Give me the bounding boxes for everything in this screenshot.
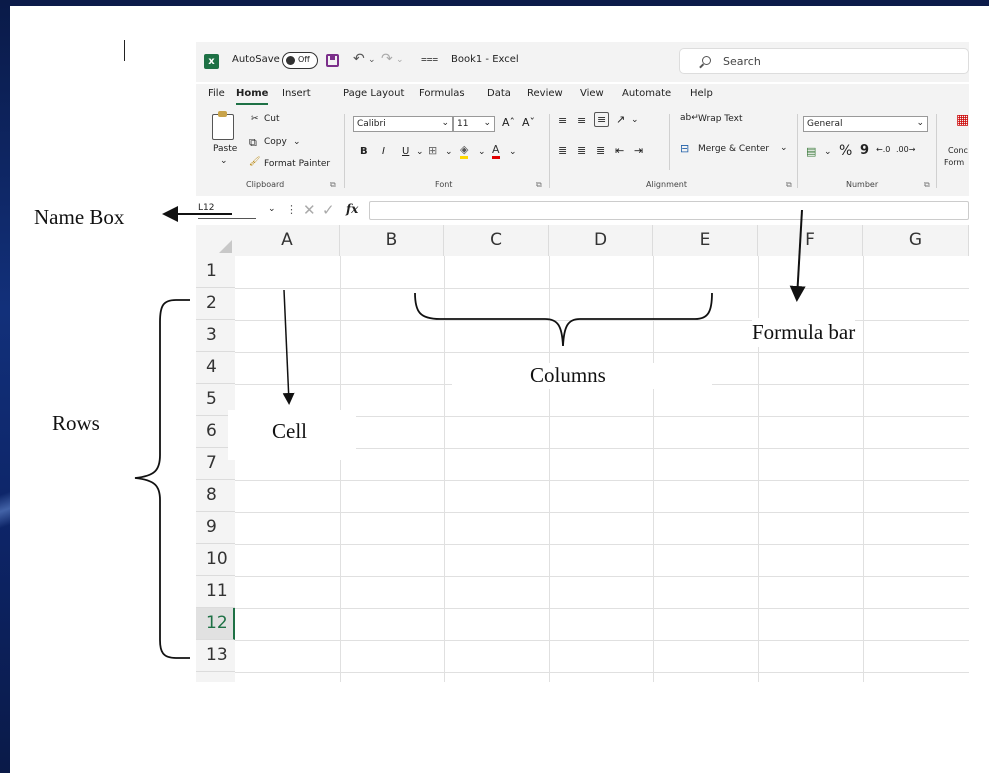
formula-bar-arrow — [789, 209, 806, 302]
rows-brace — [134, 299, 190, 659]
cell-arrow — [282, 289, 295, 405]
columns-brace — [414, 292, 713, 347]
annotation-lines — [134, 206, 806, 659]
